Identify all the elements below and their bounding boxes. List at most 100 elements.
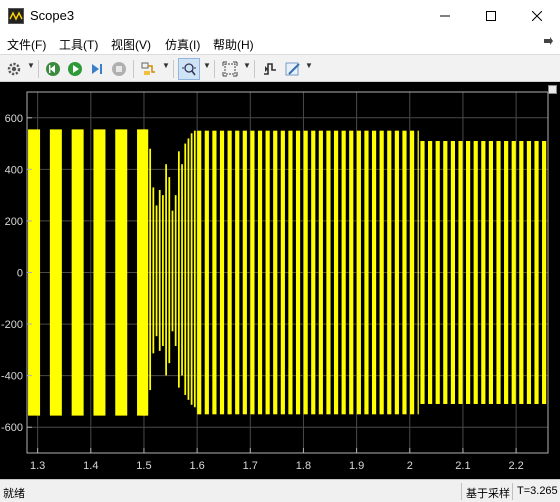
signal-bar xyxy=(326,130,331,273)
signal-bar xyxy=(265,272,270,415)
signal-bar xyxy=(288,130,293,273)
step-forward-icon xyxy=(92,64,102,74)
x-tick-label: 2.1 xyxy=(455,460,470,472)
signal-bar xyxy=(171,272,174,332)
signal-bar xyxy=(197,272,202,415)
signal-bar xyxy=(511,140,516,273)
scope-display: 1.3 1.4 1.5 1.6 1.7 1.8 1.9 2 2.1 2.2 600 400 200 0 -2… xyxy=(0,82,560,479)
signal-bar xyxy=(257,130,263,273)
signal-bar xyxy=(318,272,323,415)
signal-bar xyxy=(379,130,384,273)
signal-bar xyxy=(318,130,323,273)
signal-bar xyxy=(534,140,539,273)
signal-bar xyxy=(187,272,190,400)
signal-bar xyxy=(443,272,448,405)
signal-bar xyxy=(190,272,193,405)
signal-bar xyxy=(466,140,471,273)
signal-bar xyxy=(303,130,308,273)
title-bar: Scope3 xyxy=(0,0,560,32)
autoscale-button[interactable] xyxy=(219,58,241,80)
minimize-icon xyxy=(440,15,450,17)
signal-bar xyxy=(184,143,187,273)
maximize-icon xyxy=(486,11,496,21)
signal-bar xyxy=(181,272,183,376)
triggers-button[interactable] xyxy=(259,58,281,80)
signal-bar xyxy=(152,187,155,273)
signal-bar xyxy=(450,140,455,273)
signal-bar xyxy=(364,272,369,415)
signal-bar xyxy=(379,272,384,415)
style-button[interactable] xyxy=(282,58,304,80)
signal-bar xyxy=(265,130,270,273)
highlight-dropdown-caret[interactable]: ▼ xyxy=(162,61,170,70)
expand-icon[interactable] xyxy=(548,85,557,94)
x-tick-label: 1.3 xyxy=(30,460,45,472)
signal-bar xyxy=(204,272,209,415)
signal-bar xyxy=(227,130,232,273)
minimize-button[interactable] xyxy=(422,0,468,32)
style-dropdown-caret[interactable]: ▼ xyxy=(305,61,313,70)
signal-bar xyxy=(49,272,62,416)
signal-bar xyxy=(473,272,478,405)
signal-bar xyxy=(93,129,106,273)
step-forward-button[interactable] xyxy=(86,58,108,80)
signal-bar xyxy=(356,272,361,415)
y-tick-label: -400 xyxy=(1,371,23,383)
signal-bar xyxy=(193,272,196,408)
signal-bar xyxy=(417,130,419,273)
signal-bar xyxy=(257,272,263,415)
close-button[interactable] xyxy=(514,0,560,32)
run-button[interactable] xyxy=(64,58,86,80)
signal-bar xyxy=(235,130,240,273)
signal-bar xyxy=(420,140,425,273)
close-icon xyxy=(532,11,542,21)
highlight-signal-icon xyxy=(141,62,155,75)
status-sample-mode: 基于采样 xyxy=(461,483,514,500)
signal-bar xyxy=(184,272,187,395)
menu-view[interactable]: 视图(V) xyxy=(111,36,151,53)
signal-bar xyxy=(190,133,193,273)
signal-bar xyxy=(273,130,278,273)
zoom-x-button[interactable] xyxy=(178,58,200,80)
signal-bar xyxy=(428,140,433,273)
signal-bar xyxy=(168,177,171,273)
signal-bar xyxy=(303,272,308,415)
maximize-button[interactable] xyxy=(468,0,514,32)
x-tick-label: 2 xyxy=(407,460,413,472)
signal-bar xyxy=(481,272,486,405)
signal-bar xyxy=(93,272,106,416)
signal-bar xyxy=(158,189,161,273)
signal-bar xyxy=(177,151,180,273)
signal-bar xyxy=(242,272,247,415)
scope-app-icon xyxy=(8,8,24,24)
signal-bar xyxy=(443,140,448,273)
signal-bar xyxy=(417,272,419,415)
zoom-dropdown-caret[interactable]: ▼ xyxy=(203,61,211,70)
menu-simulation[interactable]: 仿真(I) xyxy=(165,36,200,53)
signal-bar xyxy=(435,140,440,273)
status-ready: 就绪 xyxy=(3,488,25,500)
signal-bar xyxy=(227,272,232,415)
signal-bar xyxy=(174,195,177,273)
signal-bar xyxy=(155,205,158,273)
scope-plot[interactable]: 1.3 1.4 1.5 1.6 1.7 1.8 1.9 2 2.1 2.2 600 400 200 0 -2… xyxy=(0,82,560,479)
highlight-signal-button[interactable] xyxy=(138,58,160,80)
stop-button[interactable] xyxy=(108,58,130,80)
signal-bar xyxy=(141,272,149,416)
menu-help[interactable]: 帮助(H) xyxy=(213,36,254,53)
menu-file[interactable]: 文件(F) xyxy=(7,36,46,53)
signal-bar xyxy=(158,272,161,351)
toolbar: ▼ ▼ ▼ ▼ ▼ xyxy=(0,54,560,82)
settings-dropdown-caret[interactable]: ▼ xyxy=(27,61,35,70)
autoscale-dropdown-caret[interactable]: ▼ xyxy=(243,61,251,70)
signal-bar xyxy=(197,130,202,273)
signal-bar xyxy=(481,140,486,273)
menu-tools[interactable]: 工具(T) xyxy=(59,36,98,53)
signal-bar xyxy=(149,148,152,273)
signal-bar xyxy=(349,130,354,273)
pin-icon[interactable] xyxy=(542,36,554,48)
settings-button[interactable] xyxy=(3,58,25,80)
step-back-button[interactable] xyxy=(42,58,64,80)
window-title: Scope3 xyxy=(30,8,75,23)
signal-bar xyxy=(212,130,217,273)
